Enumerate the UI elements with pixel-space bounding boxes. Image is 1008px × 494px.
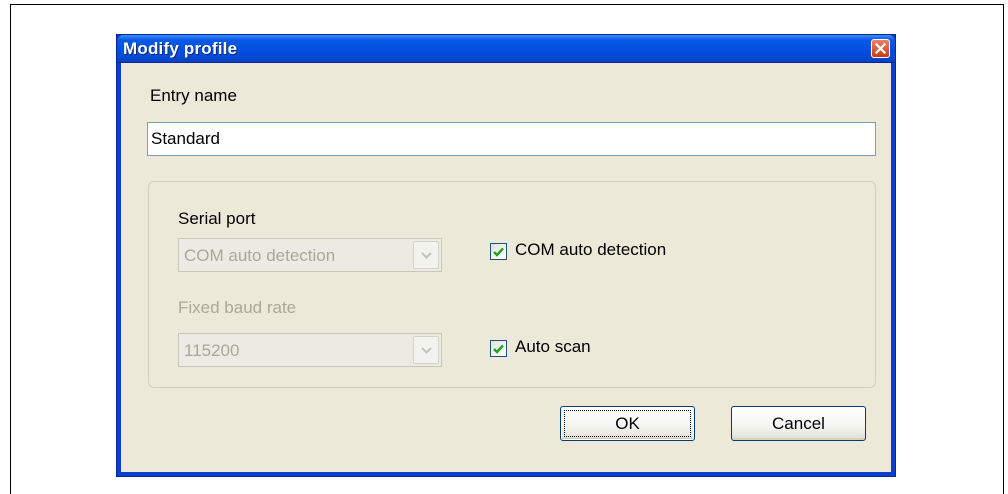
- chevron-down-icon: [420, 346, 432, 354]
- baud-rate-value: 115200: [184, 341, 240, 360]
- baud-rate-select[interactable]: 115200: [178, 333, 442, 367]
- chevron-down-icon: [420, 251, 432, 259]
- title-bar[interactable]: Modify profile: [117, 35, 895, 62]
- serial-port-dropdown-button[interactable]: [413, 241, 439, 269]
- close-button[interactable]: [871, 39, 890, 58]
- com-auto-detection-label[interactable]: COM auto detection: [515, 240, 666, 260]
- window-title: Modify profile: [123, 39, 238, 58]
- entry-name-input[interactable]: [147, 122, 876, 156]
- checkmark-icon: [493, 247, 504, 257]
- ok-button[interactable]: OK: [560, 406, 695, 441]
- auto-scan-label[interactable]: Auto scan: [515, 337, 591, 357]
- serial-port-select[interactable]: COM auto detection: [178, 238, 442, 272]
- cancel-button[interactable]: Cancel: [731, 406, 866, 441]
- checkmark-icon: [493, 344, 504, 354]
- serial-port-label: Serial port: [178, 209, 256, 228]
- close-icon: [875, 43, 886, 54]
- baud-rate-dropdown-button[interactable]: [413, 336, 439, 364]
- ok-button-label: OK: [564, 410, 691, 437]
- serial-port-value: COM auto detection: [184, 246, 336, 265]
- fixed-baud-rate-label: Fixed baud rate: [178, 298, 297, 317]
- com-auto-detection-checkbox[interactable]: [490, 243, 507, 260]
- entry-name-label: Entry name: [150, 86, 237, 105]
- auto-scan-checkbox[interactable]: [490, 340, 507, 357]
